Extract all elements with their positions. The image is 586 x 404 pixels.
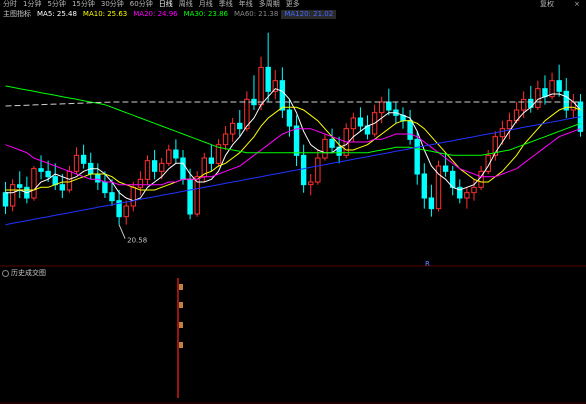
candle-down: [279, 80, 286, 111]
candle-up: [9, 184, 16, 207]
candle-down: [421, 173, 428, 199]
candle-up: [144, 160, 151, 180]
candle-down: [542, 88, 548, 98]
candle-up: [123, 205, 129, 218]
sub-panel-marker: R: [425, 260, 430, 268]
candle-down: [357, 117, 364, 127]
candle-down: [414, 138, 420, 175]
volume-tick: [179, 322, 183, 328]
candle-up: [506, 120, 513, 130]
candle-down: [95, 173, 101, 183]
candle-up: [158, 162, 165, 172]
candle-up: [73, 154, 80, 172]
candle-up: [222, 133, 229, 146]
volume-tick: [179, 284, 183, 290]
candle-up: [137, 178, 144, 188]
candle-up: [166, 149, 172, 164]
candle-up: [31, 168, 37, 199]
candle-series: [2, 32, 584, 225]
chart-grid: [0, 265, 586, 404]
candle-up: [229, 122, 236, 135]
candle-down: [442, 165, 449, 172]
candle-down: [59, 184, 66, 191]
candle-up: [379, 101, 385, 114]
candle-down: [187, 178, 193, 215]
candle-down: [386, 101, 392, 111]
candle-down: [38, 168, 44, 172]
sub-panel: R: [177, 260, 430, 398]
candle-down: [265, 66, 271, 92]
candle-up: [322, 138, 328, 159]
candle-up: [471, 186, 477, 194]
candle-down: [237, 122, 243, 130]
sub-panel-title: 历史成交图: [2, 268, 46, 278]
candle-up: [130, 186, 137, 207]
candle-up: [66, 170, 73, 191]
annotations: 20.58: [118, 224, 147, 245]
candle-down: [109, 192, 115, 202]
low-price-label: 20.58: [127, 237, 147, 245]
candle-down: [173, 149, 179, 159]
kline-chart[interactable]: 20.58 R: [0, 0, 586, 404]
candle-down: [329, 138, 335, 148]
candle-up: [520, 98, 527, 111]
low-price-pointer: [118, 224, 126, 239]
sub-panel-title-text: 历史成交图: [11, 269, 46, 277]
indicator-dot-icon: [2, 269, 9, 277]
candle-down: [102, 181, 108, 194]
candle-up: [535, 88, 541, 108]
volume-tick: [179, 302, 183, 308]
candle-up: [258, 66, 264, 106]
candle-up: [464, 192, 470, 199]
candle-up: [499, 128, 506, 138]
candle-up: [315, 157, 321, 183]
candle-down: [2, 192, 9, 207]
ma-lines: [5, 85, 581, 226]
candle-down: [300, 154, 307, 186]
candle-down: [407, 120, 413, 140]
candle-down: [52, 176, 58, 186]
candle-down: [180, 157, 186, 180]
candle-up: [350, 117, 357, 130]
candle-up: [308, 181, 314, 186]
candle-down: [80, 154, 87, 164]
candle-down: [556, 80, 562, 92]
candle-down: [208, 157, 215, 164]
volume-tick: [179, 342, 183, 348]
candle-down: [428, 197, 435, 210]
candle-down: [293, 125, 300, 156]
candle-down: [17, 184, 23, 188]
candle-down: [151, 160, 158, 172]
candle-down: [286, 109, 293, 127]
candle-down: [45, 170, 51, 178]
